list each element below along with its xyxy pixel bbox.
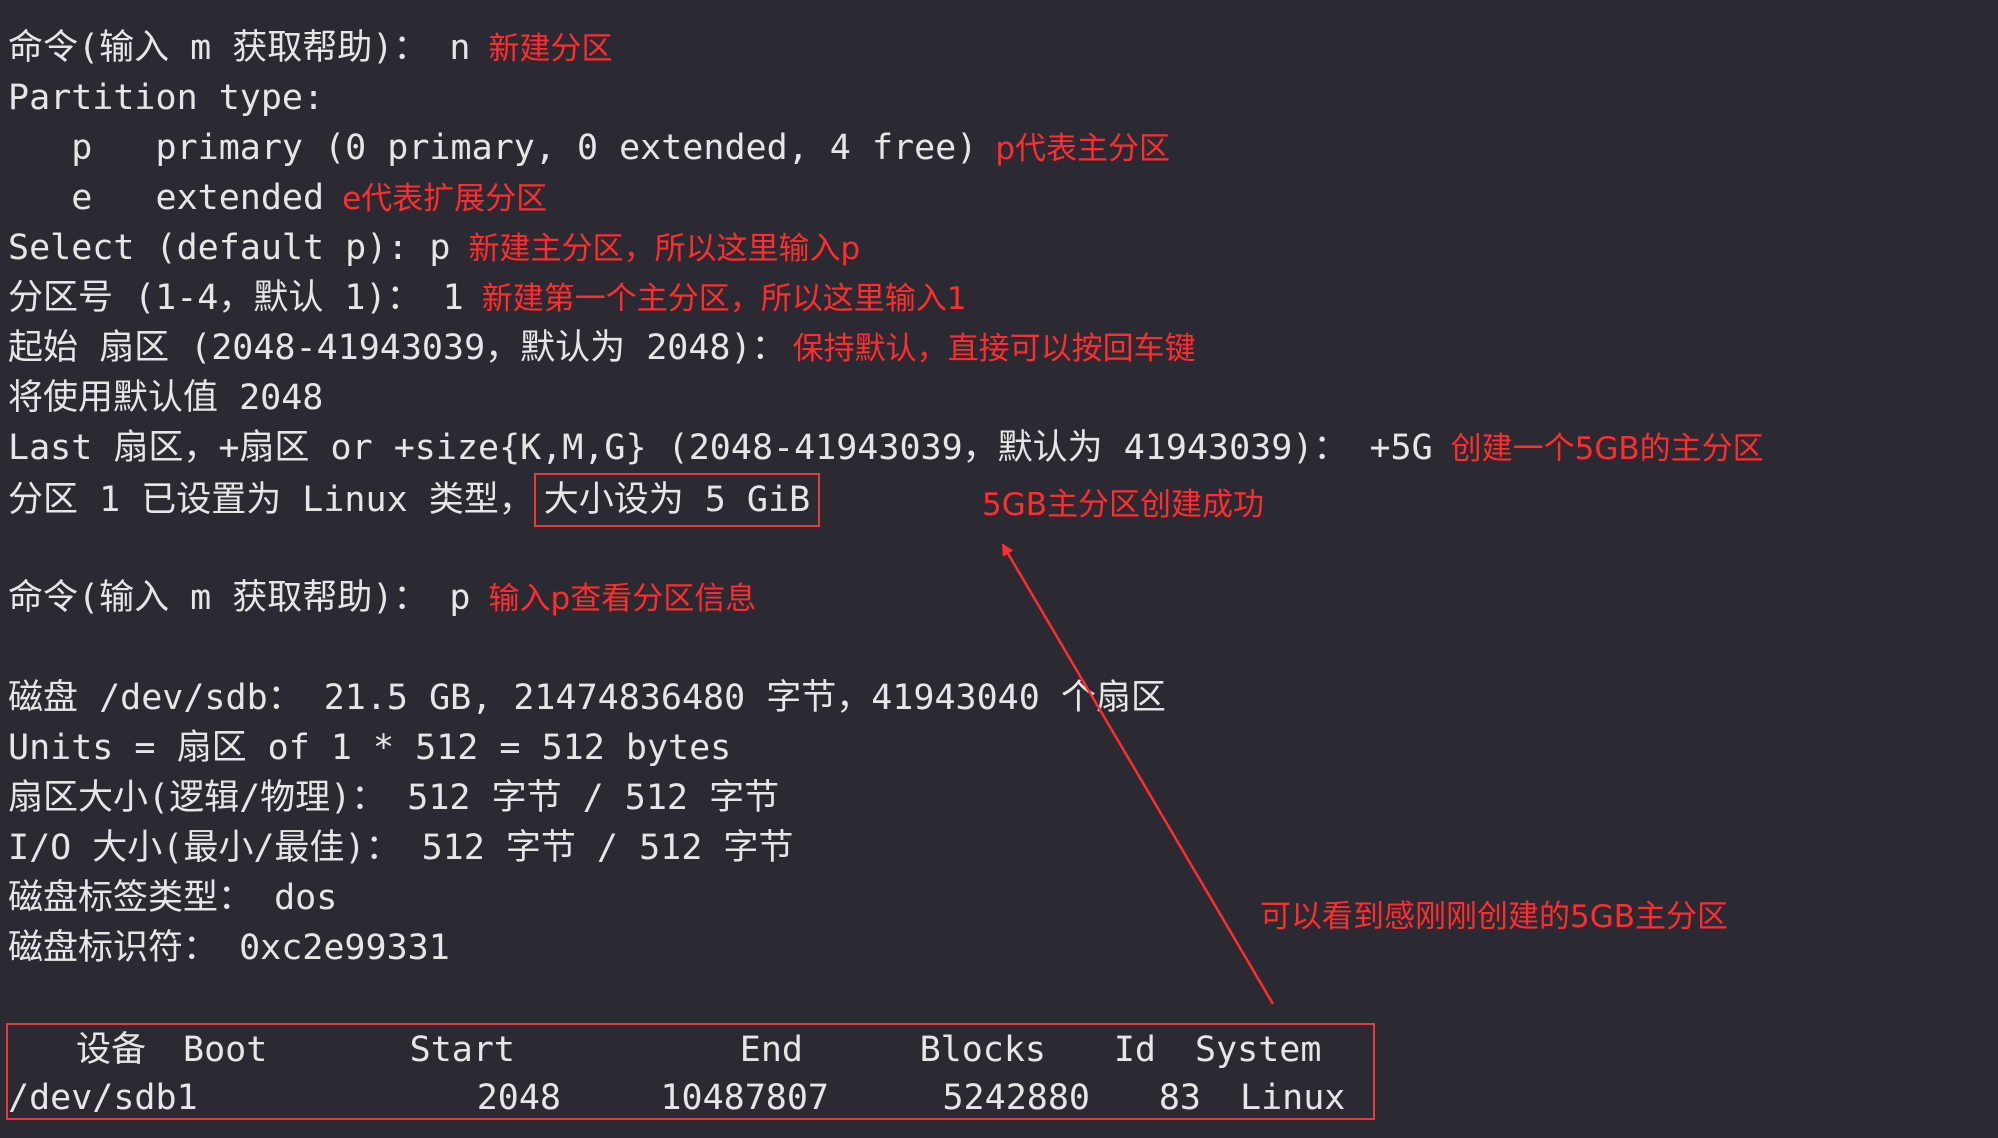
- terminal-window[interactable]: 命令(输入 m 获取帮助)： n 新建分区 Partition type: p p…: [0, 0, 1998, 1138]
- callout-arrow: [1001, 543, 1275, 1005]
